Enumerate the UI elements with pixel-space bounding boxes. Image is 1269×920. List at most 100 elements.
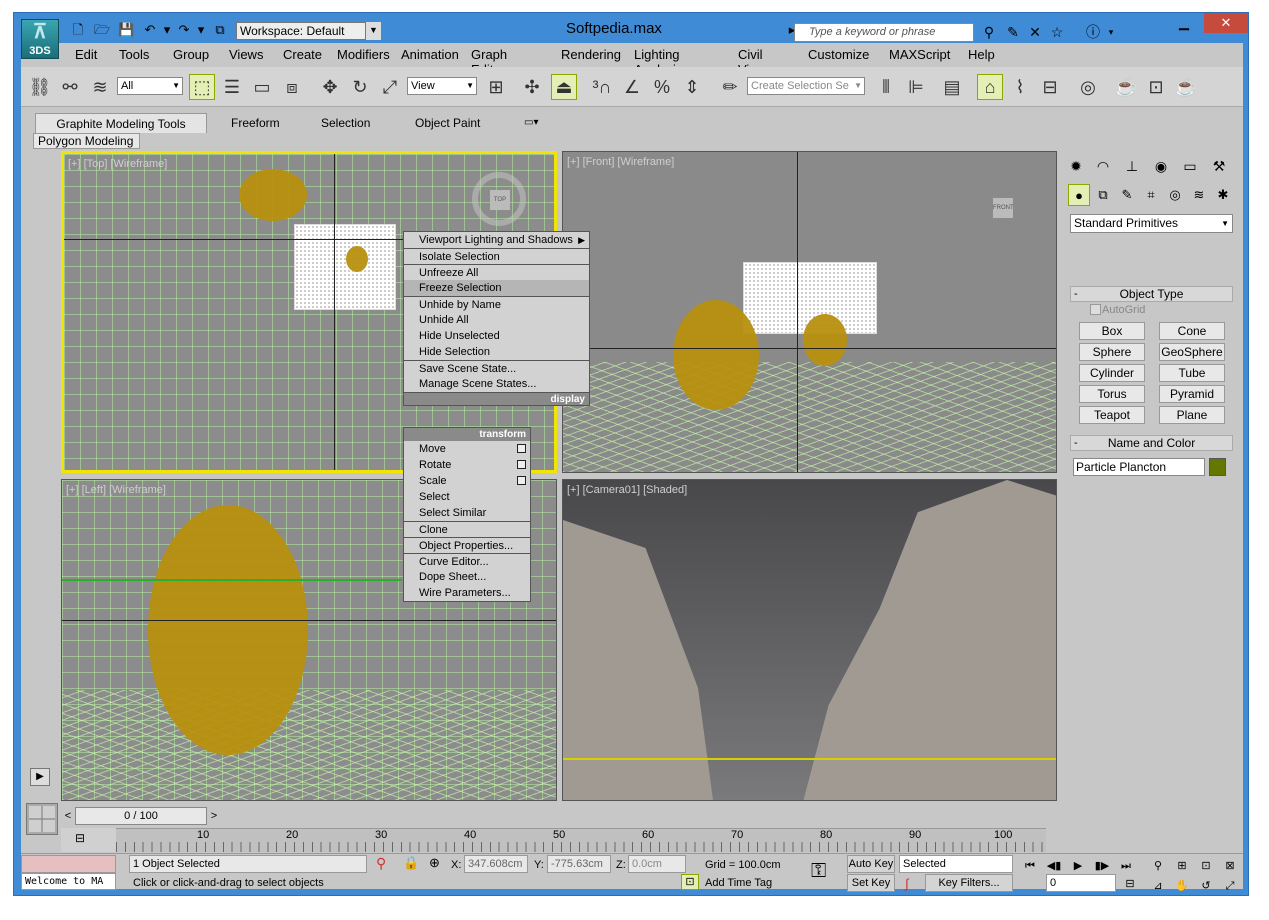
material-editor-icon[interactable]: ◎ bbox=[1075, 74, 1101, 100]
lock-selection-icon[interactable]: 🔒 bbox=[403, 855, 419, 871]
menu-modifiers[interactable]: Modifiers bbox=[337, 47, 390, 62]
maximize-viewport-icon[interactable]: ⤢ bbox=[1221, 878, 1239, 894]
undo-dropdown-icon[interactable]: ▾ bbox=[159, 23, 175, 37]
toggle-trackbar-icon[interactable]: ⊟ bbox=[61, 828, 116, 852]
time-slider-prev-icon[interactable]: < bbox=[61, 807, 75, 825]
key-filters-button[interactable]: Key Filters... bbox=[925, 874, 1013, 892]
transform-mode-icon[interactable]: ⊕ bbox=[429, 855, 440, 871]
menu-edit[interactable]: Edit bbox=[75, 47, 97, 62]
bind-spacewarp-icon[interactable]: ≋ bbox=[87, 74, 113, 100]
save-icon[interactable]: 💾 bbox=[118, 23, 134, 37]
binoculars-icon[interactable]: ⚲ bbox=[980, 23, 998, 41]
previous-frame-icon[interactable]: ◀▮ bbox=[1045, 858, 1063, 874]
settings-box-icon[interactable] bbox=[517, 476, 526, 485]
teapot-button[interactable]: Teapot bbox=[1079, 406, 1145, 424]
isolate-icon[interactable]: ⚲ bbox=[376, 855, 386, 872]
object-type-rollout[interactable]: - Object Type bbox=[1070, 286, 1233, 302]
pivot-center-icon[interactable]: ⊞ bbox=[483, 74, 509, 100]
y-coord-field[interactable]: -775.63cm bbox=[547, 855, 611, 873]
plane-button[interactable]: Plane bbox=[1159, 406, 1225, 424]
modify-tab-icon[interactable]: ◠ bbox=[1092, 155, 1114, 177]
torus-button[interactable]: Torus bbox=[1079, 385, 1145, 403]
x-coord-field[interactable]: 347.608cm bbox=[464, 855, 528, 873]
keyboard-shortcut-override-icon[interactable]: ⏏ bbox=[551, 74, 577, 100]
qm-select-similar[interactable]: Select Similar bbox=[404, 505, 530, 521]
space-warps-icon[interactable]: ≋ bbox=[1188, 184, 1210, 206]
geometry-icon[interactable]: ● bbox=[1068, 184, 1090, 206]
qm-unfreeze-all[interactable]: Unfreeze All bbox=[404, 264, 589, 280]
viewport-layout-icon[interactable] bbox=[26, 803, 58, 835]
menu-customize[interactable]: Customize bbox=[808, 47, 869, 62]
mirror-icon[interactable]: ⫴ bbox=[873, 74, 899, 100]
z-coord-field[interactable]: 0.0cm bbox=[628, 855, 686, 873]
lights-icon[interactable]: ✎ bbox=[1116, 184, 1138, 206]
qm-unhide-by-name[interactable]: Unhide by Name bbox=[404, 296, 589, 312]
cone-button[interactable]: Cone bbox=[1159, 322, 1225, 340]
exchange-icon[interactable]: ✕ bbox=[1026, 23, 1044, 41]
select-object-icon[interactable]: ⬚ bbox=[189, 74, 215, 100]
move-icon[interactable]: ✥ bbox=[317, 74, 343, 100]
utilities-tab-icon[interactable]: ⚒ bbox=[1208, 155, 1230, 177]
render-production-icon[interactable]: ☕ bbox=[1173, 74, 1199, 100]
hierarchy-tab-icon[interactable]: ⊥ bbox=[1121, 155, 1143, 177]
menu-tools[interactable]: Tools bbox=[119, 47, 149, 62]
display-tab-icon[interactable]: ▭ bbox=[1179, 155, 1201, 177]
open-file-icon[interactable]: 🗁 bbox=[94, 23, 110, 37]
geosphere-button[interactable]: GeoSphere bbox=[1159, 343, 1225, 361]
auto-key-button[interactable]: Auto Key bbox=[847, 855, 895, 873]
pyramid-button[interactable]: Pyramid bbox=[1159, 385, 1225, 403]
menu-rendering[interactable]: Rendering bbox=[561, 47, 621, 62]
viewport-camera-label[interactable]: [+] [Camera01] [Shaded] bbox=[567, 484, 687, 496]
viewcube-front[interactable]: FRONT bbox=[975, 180, 1029, 234]
new-file-icon[interactable]: 🗋 bbox=[70, 23, 86, 37]
zoom-all-icon[interactable]: ⊞ bbox=[1173, 858, 1191, 874]
zoom-extents-all-icon[interactable]: ⊠ bbox=[1221, 858, 1239, 874]
tab-object-paint[interactable]: Object Paint bbox=[415, 113, 480, 133]
render-setup-icon[interactable]: ☕ bbox=[1113, 74, 1139, 100]
settings-box-icon[interactable] bbox=[517, 444, 526, 453]
zoom-extents-icon[interactable]: ⊡ bbox=[1197, 858, 1215, 874]
time-config-icon[interactable]: ⊟ bbox=[1121, 876, 1139, 892]
menu-views[interactable]: Views bbox=[229, 47, 263, 62]
box-button[interactable]: Box bbox=[1079, 322, 1145, 340]
expand-viewport-icon[interactable]: ▶ bbox=[30, 768, 50, 786]
qm-select[interactable]: Select bbox=[404, 489, 530, 505]
qm-hide-selection[interactable]: Hide Selection bbox=[404, 344, 589, 360]
tab-graphite-modeling-tools[interactable]: Graphite Modeling Tools bbox=[35, 113, 207, 133]
communication-center-icon[interactable]: ✎ bbox=[1004, 23, 1022, 41]
rendered-frame-window-icon[interactable]: ⊡ bbox=[1143, 74, 1169, 100]
pan-icon[interactable]: ✋ bbox=[1173, 878, 1191, 894]
qm-move[interactable]: Move bbox=[404, 441, 530, 457]
motion-tab-icon[interactable]: ◉ bbox=[1150, 155, 1172, 177]
angle-snap-icon[interactable]: ∠ bbox=[619, 74, 645, 100]
cylinder-button[interactable]: Cylinder bbox=[1079, 364, 1145, 382]
trackbar[interactable]: 10 20 30 40 50 60 70 80 90 100 bbox=[116, 828, 1046, 852]
sphere-button[interactable]: Sphere bbox=[1079, 343, 1145, 361]
qm-wire-parameters[interactable]: Wire Parameters... bbox=[404, 585, 530, 601]
cameras-icon[interactable]: ⌗ bbox=[1140, 184, 1162, 206]
qm-unhide-all[interactable]: Unhide All bbox=[404, 312, 589, 328]
select-by-name-icon[interactable]: ☰ bbox=[219, 74, 245, 100]
app-logo[interactable]: ⊼ 3DS bbox=[21, 19, 59, 59]
orbit-icon[interactable]: ↺ bbox=[1197, 878, 1215, 894]
scale-icon[interactable]: ⤢ bbox=[377, 74, 403, 100]
tube-button[interactable]: Tube bbox=[1159, 364, 1225, 382]
shapes-icon[interactable]: ⧉ bbox=[1092, 184, 1114, 206]
tab-freeform[interactable]: Freeform bbox=[231, 113, 280, 133]
qm-curve-editor[interactable]: Curve Editor... bbox=[404, 553, 530, 569]
create-tab-icon[interactable]: ✹ bbox=[1065, 155, 1087, 177]
menu-group[interactable]: Group bbox=[173, 47, 209, 62]
close-button[interactable]: ✕ bbox=[1204, 13, 1248, 33]
viewport-camera[interactable]: [+] [Camera01] [Shaded] bbox=[562, 479, 1057, 801]
undo-icon[interactable]: ↶ bbox=[142, 23, 158, 37]
next-frame-icon[interactable]: ▮▶ bbox=[1093, 858, 1111, 874]
viewport-front[interactable]: [+] [Front] [Wireframe] FRONT bbox=[562, 151, 1057, 473]
layer-manager-icon[interactable]: ▤ bbox=[939, 74, 965, 100]
qm-viewport-lighting-shadows[interactable]: Viewport Lighting and Shadows ▶ bbox=[404, 232, 589, 248]
menu-animation[interactable]: Animation bbox=[401, 47, 459, 62]
add-time-tag[interactable]: Add Time Tag bbox=[705, 877, 772, 889]
viewport-left-label[interactable]: [+] [Left] [Wireframe] bbox=[66, 484, 166, 496]
polygon-modeling-panel[interactable]: Polygon Modeling bbox=[33, 133, 140, 149]
schematic-view-icon[interactable]: ⊟ bbox=[1037, 74, 1063, 100]
object-color-swatch[interactable] bbox=[1209, 458, 1226, 476]
